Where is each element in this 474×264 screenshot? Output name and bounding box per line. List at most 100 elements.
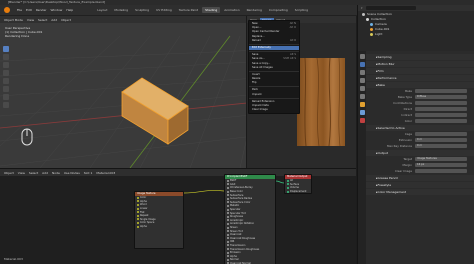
panel-header[interactable]: ▸ Motion Blur (366, 61, 474, 67)
tab-modeling[interactable]: Modeling (111, 7, 131, 13)
property-field[interactable] (415, 101, 467, 105)
menu-render[interactable]: Render (34, 8, 49, 12)
socket-dot-icon[interactable] (137, 203, 139, 206)
image-menu-item[interactable]: Unpack (249, 93, 299, 97)
transform-tool-icon[interactable] (3, 86, 9, 92)
socket-dot-icon[interactable] (227, 219, 229, 222)
blender-logo-icon[interactable] (4, 7, 10, 13)
socket-dot-icon[interactable] (287, 190, 289, 193)
principled-bsdf-node[interactable]: Principled BSDF BSDF GGX Christensen-Burle… (224, 174, 276, 264)
move-tool-icon[interactable] (3, 62, 9, 68)
modifier-tab-icon[interactable] (359, 110, 365, 115)
outliner-filter-icon[interactable]: ▾ (361, 6, 363, 10)
property-field[interactable] (415, 132, 467, 136)
socket-dot-icon[interactable] (227, 197, 229, 200)
menu-help[interactable]: Help (64, 8, 75, 12)
property-field[interactable] (415, 119, 467, 123)
socket-dot-icon[interactable] (227, 179, 229, 182)
image-menu-item[interactable]: Clear Image (249, 108, 299, 112)
tab-texture-paint[interactable]: Texture Paint (176, 7, 201, 13)
wood-cube-object[interactable] (121, 77, 189, 145)
socket-dot-icon[interactable] (137, 225, 139, 228)
material-tab-icon[interactable] (359, 118, 365, 123)
node-socket-row[interactable]: Displacement (285, 190, 311, 194)
view-menu[interactable]: View (27, 18, 34, 22)
socket-dot-icon[interactable] (227, 226, 229, 229)
image-menu-item[interactable]: Reload Alt R (249, 39, 299, 43)
panel-header[interactable]: ▸ Grease Pencil (366, 175, 474, 181)
shader-editor[interactable]: Object View Select Add Node Use Nodes Sl… (0, 168, 356, 264)
image-menu-item[interactable]: Edit Externally (249, 45, 299, 51)
rotate-tool-icon[interactable] (3, 70, 9, 76)
menu-edit[interactable]: Edit (24, 8, 34, 12)
socket-dot-icon[interactable] (227, 240, 229, 243)
tab-scripting[interactable]: Scripting (292, 7, 311, 13)
property-field[interactable]: 16 px (415, 163, 467, 167)
socket-dot-icon[interactable] (227, 237, 229, 240)
world-tab-icon[interactable] (359, 94, 365, 99)
tab-shading[interactable]: Shading (202, 7, 221, 13)
tool-tab-icon[interactable] (359, 54, 365, 59)
tab-rendering[interactable]: Rendering (244, 7, 265, 13)
socket-dot-icon[interactable] (227, 190, 229, 193)
mode-selector[interactable]: Object Mode (4, 18, 23, 22)
tab-animation[interactable]: Animation (221, 7, 242, 13)
property-field[interactable] (415, 89, 467, 93)
render-tab-icon[interactable] (359, 62, 365, 67)
socket-dot-icon[interactable] (287, 183, 289, 186)
menu-window[interactable]: Window (49, 8, 65, 12)
tab-uv-editing[interactable]: UV Editing (153, 7, 175, 13)
node-socket-row[interactable]: Alpha (135, 225, 183, 229)
tab-compositing[interactable]: Compositing (266, 7, 291, 13)
socket-dot-icon[interactable] (227, 194, 229, 197)
annotate-tool-icon[interactable] (3, 94, 9, 100)
select-tool-icon[interactable] (3, 46, 9, 52)
socket-dot-icon[interactable] (137, 221, 139, 224)
socket-dot-icon[interactable] (227, 248, 229, 251)
material-output-node[interactable]: Material Output All Surface Volume Displace… (284, 174, 312, 194)
property-field[interactable]: 0 m (415, 144, 467, 148)
socket-dot-icon[interactable] (227, 244, 229, 247)
socket-dot-icon[interactable] (137, 214, 139, 217)
socket-dot-icon[interactable] (227, 233, 229, 236)
property-field[interactable] (415, 169, 467, 173)
socket-dot-icon[interactable] (287, 186, 289, 189)
scale-tool-icon[interactable] (3, 78, 9, 84)
socket-dot-icon[interactable] (227, 204, 229, 207)
socket-dot-icon[interactable] (137, 200, 139, 203)
panel-header[interactable]: ▸ Film (366, 68, 474, 74)
panel-header[interactable]: ▸ Color Management (366, 189, 474, 195)
image-texture-node[interactable]: Image Texture Color Alpha Wood Linear Flat Re… (134, 191, 184, 249)
panel-header[interactable]: ▸ Performance (366, 75, 474, 81)
tab-sculpting[interactable]: Sculpting (132, 7, 152, 13)
output-tab-icon[interactable] (359, 70, 365, 75)
socket-dot-icon[interactable] (227, 215, 229, 218)
socket-dot-icon[interactable] (227, 212, 229, 215)
object-tab-icon[interactable] (359, 102, 365, 107)
socket-dot-icon[interactable] (137, 218, 139, 221)
socket-dot-icon[interactable] (137, 207, 139, 210)
measure-tool-icon[interactable] (3, 102, 9, 108)
property-field[interactable] (415, 107, 467, 111)
outliner-search-input[interactable] (365, 6, 416, 10)
property-field[interactable] (415, 113, 467, 117)
cursor-tool-icon[interactable] (3, 54, 9, 60)
property-field[interactable]: 0 m (415, 138, 467, 142)
socket-dot-icon[interactable] (227, 186, 229, 189)
panel-header[interactable]: ▸ Sampling (366, 54, 474, 60)
scene-tab-icon[interactable] (359, 86, 365, 91)
socket-dot-icon[interactable] (137, 211, 139, 214)
property-field[interactable]: Diffuse (415, 95, 467, 99)
panel-header[interactable]: ▸ Freestyle (366, 182, 474, 188)
menu-file[interactable]: File (15, 8, 24, 12)
socket-dot-icon[interactable] (227, 258, 229, 261)
image-menu-item[interactable]: Save All Images (249, 66, 299, 70)
select-menu[interactable]: Select (38, 18, 47, 22)
image-menu-item[interactable]: Flip (249, 81, 299, 85)
socket-dot-icon[interactable] (227, 251, 229, 254)
add-menu[interactable]: Add (51, 18, 57, 22)
socket-dot-icon[interactable] (227, 255, 229, 258)
property-field[interactable]: Image Textures (415, 157, 467, 161)
socket-dot-icon[interactable] (227, 183, 229, 186)
socket-dot-icon[interactable] (287, 179, 289, 182)
